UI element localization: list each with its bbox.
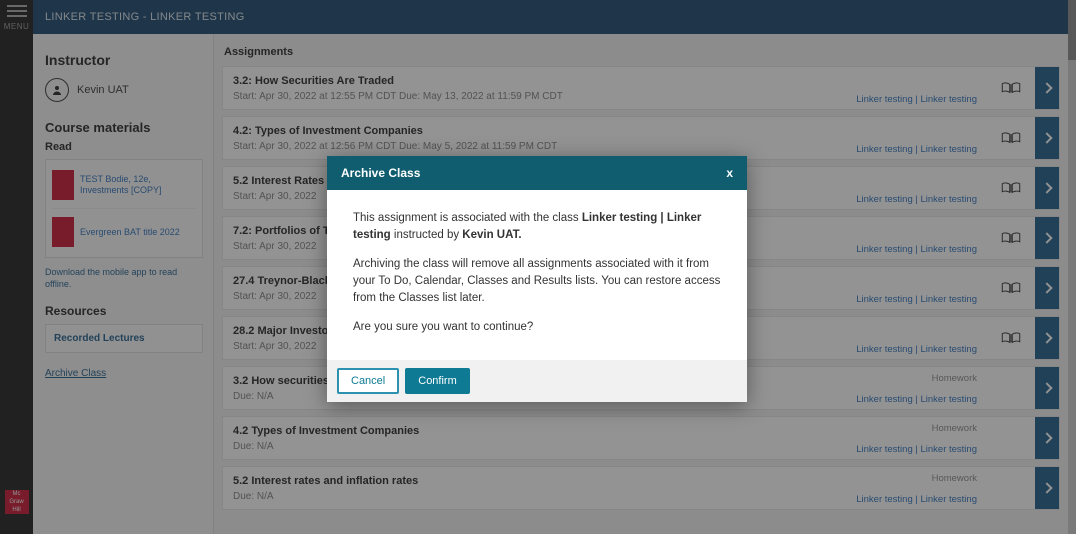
cancel-button[interactable]: Cancel: [337, 368, 399, 394]
modal-paragraph-3: Are you sure you want to continue?: [353, 319, 721, 336]
confirm-button[interactable]: Confirm: [405, 368, 470, 394]
modal-title: Archive Class: [341, 166, 420, 180]
modal-footer: Cancel Confirm: [327, 360, 747, 402]
modal-paragraph-1: This assignment is associated with the c…: [353, 210, 721, 244]
modal-paragraph-2: Archiving the class will remove all assi…: [353, 256, 721, 307]
modal-body: This assignment is associated with the c…: [327, 190, 747, 360]
archive-class-modal: Archive Class x This assignment is assoc…: [327, 156, 747, 402]
close-icon[interactable]: x: [726, 166, 733, 180]
modal-header: Archive Class x: [327, 156, 747, 190]
